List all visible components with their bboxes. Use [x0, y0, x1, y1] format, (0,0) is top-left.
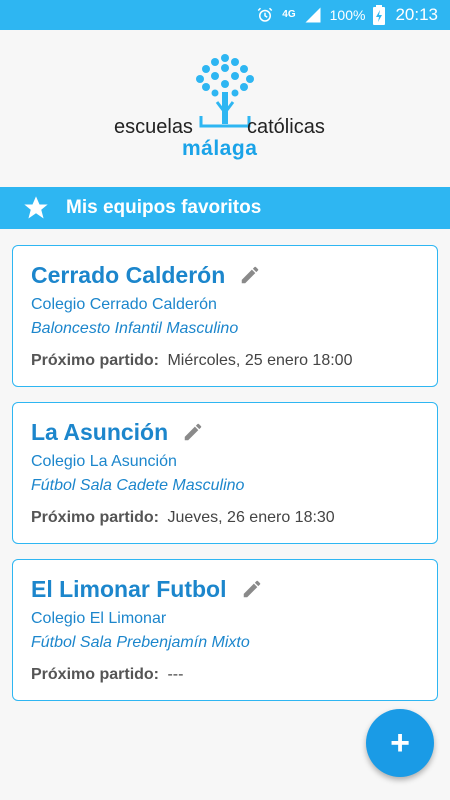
next-match: Próximo partido: ---: [31, 666, 419, 684]
team-category: Baloncesto Infantil Masculino: [31, 320, 239, 337]
next-match-value: ---: [167, 666, 184, 683]
edit-pencil-icon[interactable]: [239, 264, 261, 286]
next-match: Próximo partido: Jueves, 26 enero 18:30: [31, 509, 419, 527]
clock: 20:13: [395, 5, 438, 24]
team-name: La Asunción: [31, 418, 169, 445]
team-school: Colegio Cerrado Calderón: [31, 296, 217, 313]
next-match-label: Próximo partido:: [31, 666, 160, 683]
team-list: Cerrado Calderón Colegio Cerrado Calderó…: [0, 229, 450, 701]
battery-charging-icon: [373, 5, 386, 25]
battery-percent: 100%: [329, 7, 366, 23]
status-bar: 4G 100% 20:13: [0, 0, 450, 30]
next-match-label: Próximo partido:: [31, 352, 160, 369]
next-match-value: Miércoles, 25 enero 18:00: [167, 352, 353, 369]
team-category: Fútbol Sala Cadete Masculino: [31, 477, 245, 494]
edit-pencil-icon[interactable]: [241, 578, 263, 600]
logo-text-right: católicas: [247, 116, 325, 138]
team-card[interactable]: La Asunción Colegio La Asunción Fútbol S…: [12, 402, 438, 544]
team-school: Colegio El Limonar: [31, 610, 167, 627]
app-logo: escuelas católicas málaga: [0, 30, 450, 187]
signal-icon: [304, 6, 322, 24]
plus-icon: +: [390, 723, 410, 762]
network-type: 4G: [282, 9, 296, 20]
team-name: El Limonar Futbol: [31, 575, 227, 602]
add-team-button[interactable]: +: [366, 709, 434, 777]
edit-pencil-icon[interactable]: [182, 421, 204, 443]
favorites-title: Mis equipos favoritos: [66, 197, 262, 218]
alarm-icon: [256, 6, 274, 24]
team-name: Cerrado Calderón: [31, 261, 226, 288]
team-category: Fútbol Sala Prebenjamín Mixto: [31, 634, 250, 651]
favorites-header: Mis equipos favoritos: [0, 187, 450, 229]
logo-text-left: escuelas: [114, 116, 193, 138]
next-match-value: Jueves, 26 enero 18:30: [167, 509, 335, 526]
team-school: Colegio La Asunción: [31, 453, 177, 470]
team-card[interactable]: El Limonar Futbol Colegio El Limonar Fút…: [12, 559, 438, 701]
logo-city: málaga: [182, 137, 258, 160]
team-card[interactable]: Cerrado Calderón Colegio Cerrado Calderó…: [12, 245, 438, 387]
next-match: Próximo partido: Miércoles, 25 enero 18:…: [31, 352, 419, 370]
next-match-label: Próximo partido:: [31, 509, 160, 526]
star-icon: [24, 196, 48, 219]
